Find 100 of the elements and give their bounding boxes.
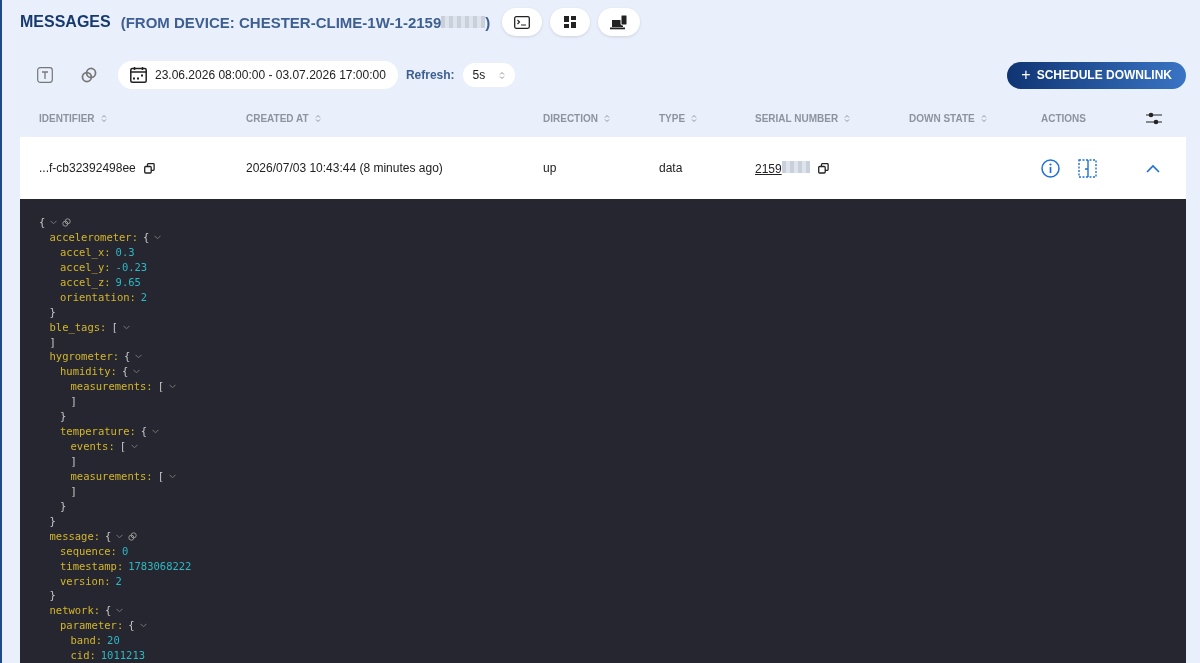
sort-icon[interactable] [691, 113, 698, 123]
terminal-button[interactable] [502, 8, 543, 36]
copy-icon[interactable] [143, 162, 155, 174]
chevron-down-icon[interactable] [133, 369, 141, 375]
sort-icon[interactable] [498, 70, 505, 80]
json-value: 20 [107, 633, 120, 649]
devices-icon [610, 14, 629, 30]
split-view-icon[interactable] [1078, 158, 1097, 178]
json-key: accel_y: [60, 259, 111, 275]
json-key: band: [70, 633, 103, 649]
chevron-down-icon[interactable] [116, 608, 124, 614]
json-key: accelerometer: [49, 229, 138, 245]
dashboard-icon [564, 16, 577, 28]
json-key: timestamp: [60, 558, 124, 574]
json-bracket: [ [119, 439, 127, 454]
identifier-text: ...f-cb32392498ee [39, 161, 136, 175]
json-key: events: [70, 439, 115, 454]
json-bracket: [ [157, 468, 164, 484]
refresh-select[interactable]: 5s [462, 63, 515, 87]
chevron-down-icon[interactable] [135, 354, 143, 360]
json-key: accel_x: [60, 244, 111, 260]
json-value: 0.3 [115, 244, 135, 260]
json-value: 9.65 [115, 274, 141, 290]
json-bracket: { [124, 349, 131, 365]
json-bracket: ] [49, 334, 56, 350]
collapse-icon[interactable] [1146, 163, 1160, 173]
chevron-down-icon[interactable] [50, 219, 58, 225]
sort-icon[interactable] [844, 113, 851, 123]
json-value: -0.23 [115, 259, 148, 275]
column-header[interactable]: SERIAL NUMBER [755, 112, 909, 124]
json-key: message: [49, 528, 101, 544]
json-bracket: } [60, 409, 67, 425]
json-bracket: } [49, 304, 56, 320]
column-header[interactable]: DIRECTION [543, 112, 659, 124]
device-subtitle: (FROM DEVICE: CHESTER-CLIME-1W-1-2159 ) [120, 13, 491, 31]
json-key: measurements: [70, 468, 153, 484]
json-value: 1011213 [100, 648, 146, 663]
terminal-icon [514, 15, 531, 29]
date-range-picker[interactable]: 23.06.2026 08:00:00 - 03.07.2026 17:00:00 [118, 61, 398, 89]
chevron-down-icon[interactable] [122, 324, 130, 330]
chevron-down-icon[interactable] [169, 473, 176, 479]
json-bracket: [ [111, 319, 118, 335]
text-icon [37, 67, 53, 83]
schedule-downlink-button[interactable]: + SCHEDULE DOWNLINK [1007, 61, 1186, 89]
json-key: sequence: [60, 543, 117, 559]
json-bracket: { [39, 215, 46, 230]
json-key: version: [60, 573, 111, 589]
json-bracket: { [143, 229, 150, 245]
json-bracket: { [128, 618, 135, 634]
column-settings-icon[interactable] [1146, 111, 1162, 125]
json-key: orientation: [60, 289, 136, 305]
json-key: temperature: [60, 424, 136, 440]
column-header[interactable]: IDENTIFIER [39, 112, 246, 124]
json-bracket: } [49, 588, 56, 604]
column-header[interactable]: DOWN STATE [909, 112, 1041, 124]
json-bracket: ] [70, 483, 77, 499]
column-header: ACTIONS [1041, 112, 1087, 124]
chevron-down-icon[interactable] [152, 429, 160, 435]
json-bracket: { [105, 603, 112, 619]
json-bracket: } [60, 498, 67, 514]
json-bracket: [ [157, 379, 164, 395]
json-bracket: } [49, 513, 56, 529]
link-icon[interactable] [62, 217, 72, 227]
json-value: 2 [140, 289, 148, 305]
chevron-down-icon[interactable] [131, 444, 139, 450]
column-header[interactable]: TYPE [659, 112, 755, 124]
json-bracket: { [121, 364, 129, 380]
json-key: ble_tags: [49, 319, 107, 335]
column-header[interactable]: CREATED AT [246, 112, 543, 124]
info-icon[interactable] [1041, 158, 1060, 178]
chevron-down-icon[interactable] [169, 384, 176, 390]
json-key: cid: [70, 648, 96, 663]
sort-icon[interactable] [314, 113, 321, 123]
table-cell-text: up [543, 161, 558, 175]
sort-icon[interactable] [604, 113, 610, 123]
json-bracket: ] [70, 454, 77, 469]
serial-number-link[interactable]: 2159 [755, 160, 810, 176]
json-key: measurements: [70, 379, 153, 395]
chevron-down-icon[interactable] [154, 234, 162, 240]
dashboard-button[interactable] [550, 8, 591, 36]
page-title: MESSAGES [20, 13, 111, 31]
sort-icon[interactable] [980, 113, 987, 123]
copy-icon[interactable] [817, 162, 829, 174]
table-cell-text: data [659, 161, 684, 175]
chevron-down-icon[interactable] [116, 533, 124, 539]
devices-button[interactable] [598, 8, 641, 36]
json-key: hygrometer: [49, 349, 120, 365]
json-key: accel_z: [60, 274, 111, 290]
sort-icon[interactable] [100, 113, 107, 123]
table-cell-text: 2026/07/03 10:43:44 (8 minutes ago) [246, 161, 444, 175]
json-value: 0 [121, 543, 129, 559]
link-icon[interactable] [81, 67, 97, 83]
json-key: parameter: [60, 618, 124, 634]
json-value: 2 [115, 573, 122, 589]
link-icon[interactable] [128, 531, 138, 541]
calendar-icon [130, 67, 147, 83]
json-bracket: { [140, 424, 148, 440]
chevron-down-icon[interactable] [139, 623, 147, 629]
json-bracket: ] [70, 394, 77, 410]
json-key: network: [49, 603, 101, 619]
